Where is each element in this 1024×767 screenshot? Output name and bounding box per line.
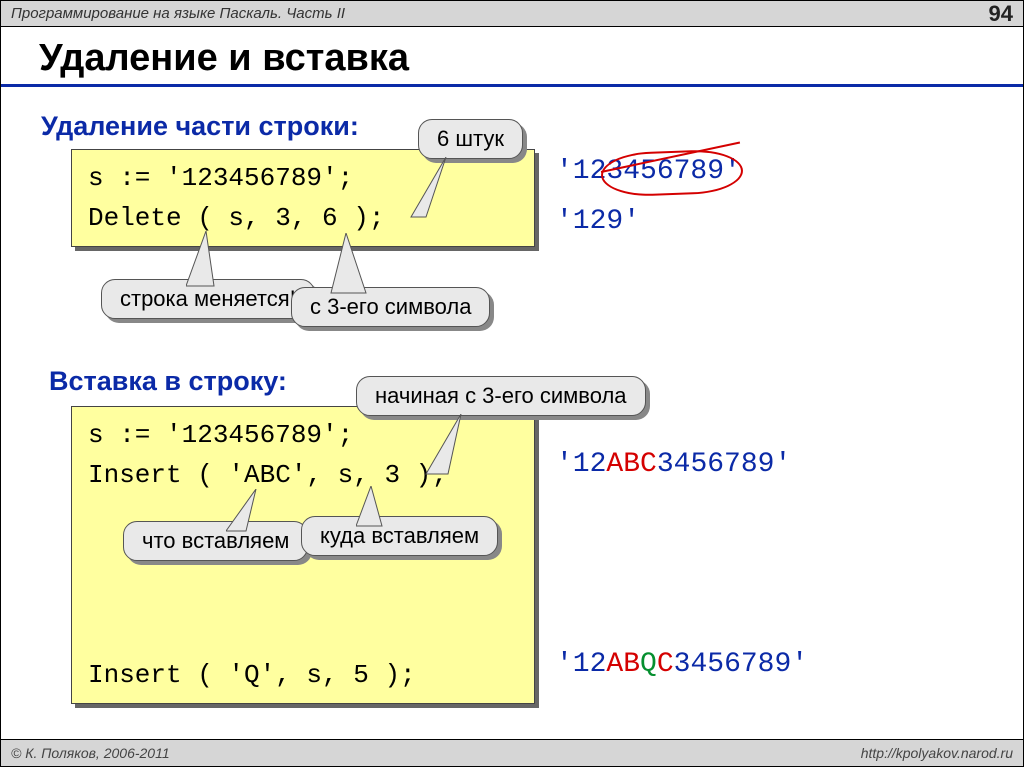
res2-post: 3456789' (674, 649, 808, 680)
page-number: 94 (989, 1, 1013, 27)
section2-title: Вставка в строку: (49, 366, 287, 397)
callout-from-3rd: с 3-его символа (291, 287, 490, 327)
callout-where: куда вставляем (301, 516, 498, 556)
callout-changes: строка меняется! (101, 279, 315, 319)
res2-pre: '12 (556, 649, 606, 680)
callout-six: 6 штук (418, 119, 523, 159)
footer: © К. Поляков, 2006-2011 http://kpolyakov… (1, 739, 1023, 766)
footer-right: http://kpolyakov.narod.ru (861, 745, 1013, 761)
callout-what: что вставляем (123, 521, 308, 561)
result-insert-2: '12ABQC3456789' (556, 649, 808, 680)
page-title: Удаление и вставка (1, 27, 1023, 87)
section1-title: Удаление части строки: (41, 111, 359, 142)
res2-ab: AB (606, 649, 640, 680)
result-insert-1: '12ABC3456789' (556, 449, 791, 480)
res1-mid: ABC (606, 449, 656, 480)
topbar: Программирование на языке Паскаль. Часть… (1, 1, 1023, 27)
footer-left: © К. Поляков, 2006-2011 (11, 745, 170, 761)
topbar-title: Программирование на языке Паскаль. Часть… (11, 5, 345, 22)
callout-start-3rd: начиная с 3-его символа (356, 376, 646, 416)
res2-q: Q (640, 649, 657, 680)
res1-pre: '12 (556, 449, 606, 480)
code-delete: s := '123456789'; Delete ( s, 3, 6 ); (71, 149, 535, 247)
res2-c: C (657, 649, 674, 680)
res1-post: 3456789' (657, 449, 791, 480)
slide: Программирование на языке Паскаль. Часть… (0, 0, 1024, 767)
result-delete-after: '129' (556, 206, 640, 237)
